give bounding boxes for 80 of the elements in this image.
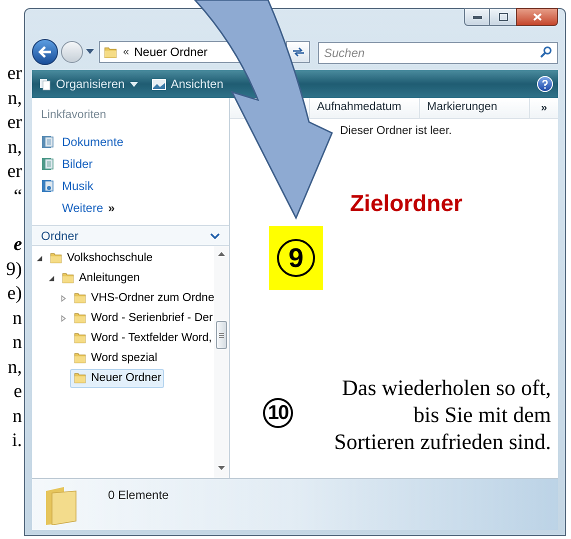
- instruction-text: Das wiederholen so oft,: [342, 374, 551, 401]
- step-marker: 9: [269, 226, 323, 290]
- favorite-links-heading: Linkfavoriten: [41, 108, 108, 123]
- column-header[interactable]: Aufnahmedatum: [310, 98, 420, 118]
- cut-off-page-text: er: [7, 160, 22, 184]
- cut-off-page-text: n,: [8, 136, 22, 160]
- more-columns-button[interactable]: »: [530, 98, 558, 118]
- column-header[interactable]: Markierungen: [420, 98, 530, 118]
- views-icon: [152, 78, 166, 90]
- cut-off-page-text: “: [14, 184, 22, 208]
- back-button[interactable]: [32, 39, 58, 65]
- target-folder-label: Zielordner: [350, 189, 462, 218]
- collapsed-triangle-icon[interactable]: [60, 294, 67, 302]
- organize-menu-button[interactable]: Organisieren: [37, 73, 140, 95]
- cut-off-page-text: n,: [8, 356, 22, 380]
- folder-tree-item[interactable]: Word - Textfelder Word,: [70, 328, 214, 348]
- expanded-triangle-icon[interactable]: [36, 254, 43, 262]
- cut-off-page-text: 9): [6, 258, 22, 282]
- search-icon[interactable]: [540, 46, 552, 58]
- folder-icon: [49, 251, 63, 266]
- pages-icon: [39, 78, 51, 90]
- documents-library-icon: [41, 134, 54, 149]
- step-number: 10: [263, 398, 293, 428]
- close-button[interactable]: [516, 8, 558, 26]
- cut-off-page-text: er: [7, 62, 22, 86]
- cut-off-page-text: e: [14, 233, 22, 257]
- folders-header[interactable]: Ordner: [32, 225, 229, 246]
- folder-icon: [73, 351, 87, 366]
- cut-off-page-text: n: [12, 306, 22, 330]
- maximize-button[interactable]: [490, 8, 516, 26]
- favorite-link[interactable]: Musik: [41, 176, 220, 196]
- maximize-icon: [498, 13, 508, 21]
- cut-off-page-text: er: [7, 111, 22, 135]
- folder-tree-item[interactable]: Anleitungen: [58, 268, 143, 288]
- folder-tree-item[interactable]: Word spezial: [70, 348, 160, 368]
- pictures-library-icon: [41, 156, 54, 171]
- folder-icon: [44, 485, 78, 525]
- folder-icon: [73, 311, 87, 326]
- favorite-link[interactable]: Bilder: [41, 154, 220, 174]
- item-count: 0 Elemente: [108, 487, 169, 504]
- folder-icon: [61, 271, 75, 286]
- cut-off-page-text: e): [7, 282, 22, 306]
- grip-lines-icon: [219, 332, 224, 338]
- music-library-icon: [41, 178, 54, 193]
- expanded-triangle-icon[interactable]: [48, 274, 55, 282]
- folder-tree-item[interactable]: Neuer Ordner: [70, 368, 164, 388]
- scrollbar-thumb[interactable]: [216, 321, 227, 350]
- cut-off-page-text: i.: [12, 429, 22, 453]
- folder-icon: [73, 371, 87, 386]
- search-field[interactable]: Suchen: [318, 42, 558, 64]
- folder-icon: [73, 291, 87, 306]
- minimize-button[interactable]: [464, 8, 490, 26]
- minimize-icon: [472, 15, 482, 19]
- cut-off-page-text: e: [14, 380, 22, 404]
- favorite-link[interactable]: Dokumente: [41, 132, 220, 152]
- cut-off-page-text: n: [12, 331, 22, 355]
- dropdown-arrow-icon[interactable]: [86, 49, 94, 55]
- folder-icon: [73, 331, 87, 346]
- folder-tree-item[interactable]: VHS-Ordner zum Ordne: [70, 288, 214, 308]
- collapsed-triangle-icon[interactable]: [60, 314, 67, 322]
- chevron-down-icon: [210, 232, 220, 239]
- back-arrow-icon: [38, 46, 52, 58]
- folder-tree-item[interactable]: Word - Serienbrief - Der: [70, 308, 214, 328]
- dropdown-arrow-icon: [130, 82, 138, 86]
- cut-off-page-text: n: [12, 404, 22, 428]
- refresh-arrows-icon: [292, 47, 304, 57]
- forward-button[interactable]: [61, 41, 83, 63]
- more-links[interactable]: Weitere »: [62, 198, 220, 218]
- views-button[interactable]: Ansichten: [150, 73, 226, 95]
- scroll-up-arrow-icon[interactable]: [218, 252, 225, 256]
- instruction-text: Sortieren zufrieden sind.: [334, 428, 551, 455]
- close-icon: [532, 13, 542, 21]
- help-button[interactable]: [537, 76, 553, 92]
- scroll-down-arrow-icon[interactable]: [218, 466, 225, 470]
- folder-tree-item[interactable]: Volkshochschule: [46, 248, 156, 268]
- cut-off-page-text: n,: [8, 86, 22, 110]
- scrollbar[interactable]: [214, 246, 229, 478]
- instruction-text: bis Sie mit dem: [414, 401, 551, 428]
- empty-folder-message: Dieser Ordner ist leer.: [340, 124, 453, 139]
- help-question-icon: [542, 80, 548, 88]
